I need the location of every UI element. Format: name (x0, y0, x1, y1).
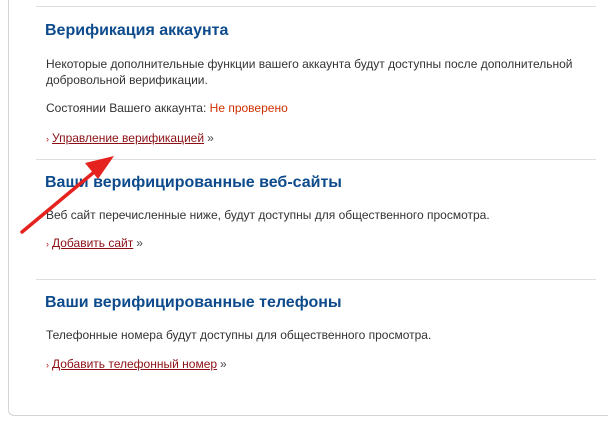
annotation-arrow-icon (20, 156, 114, 234)
